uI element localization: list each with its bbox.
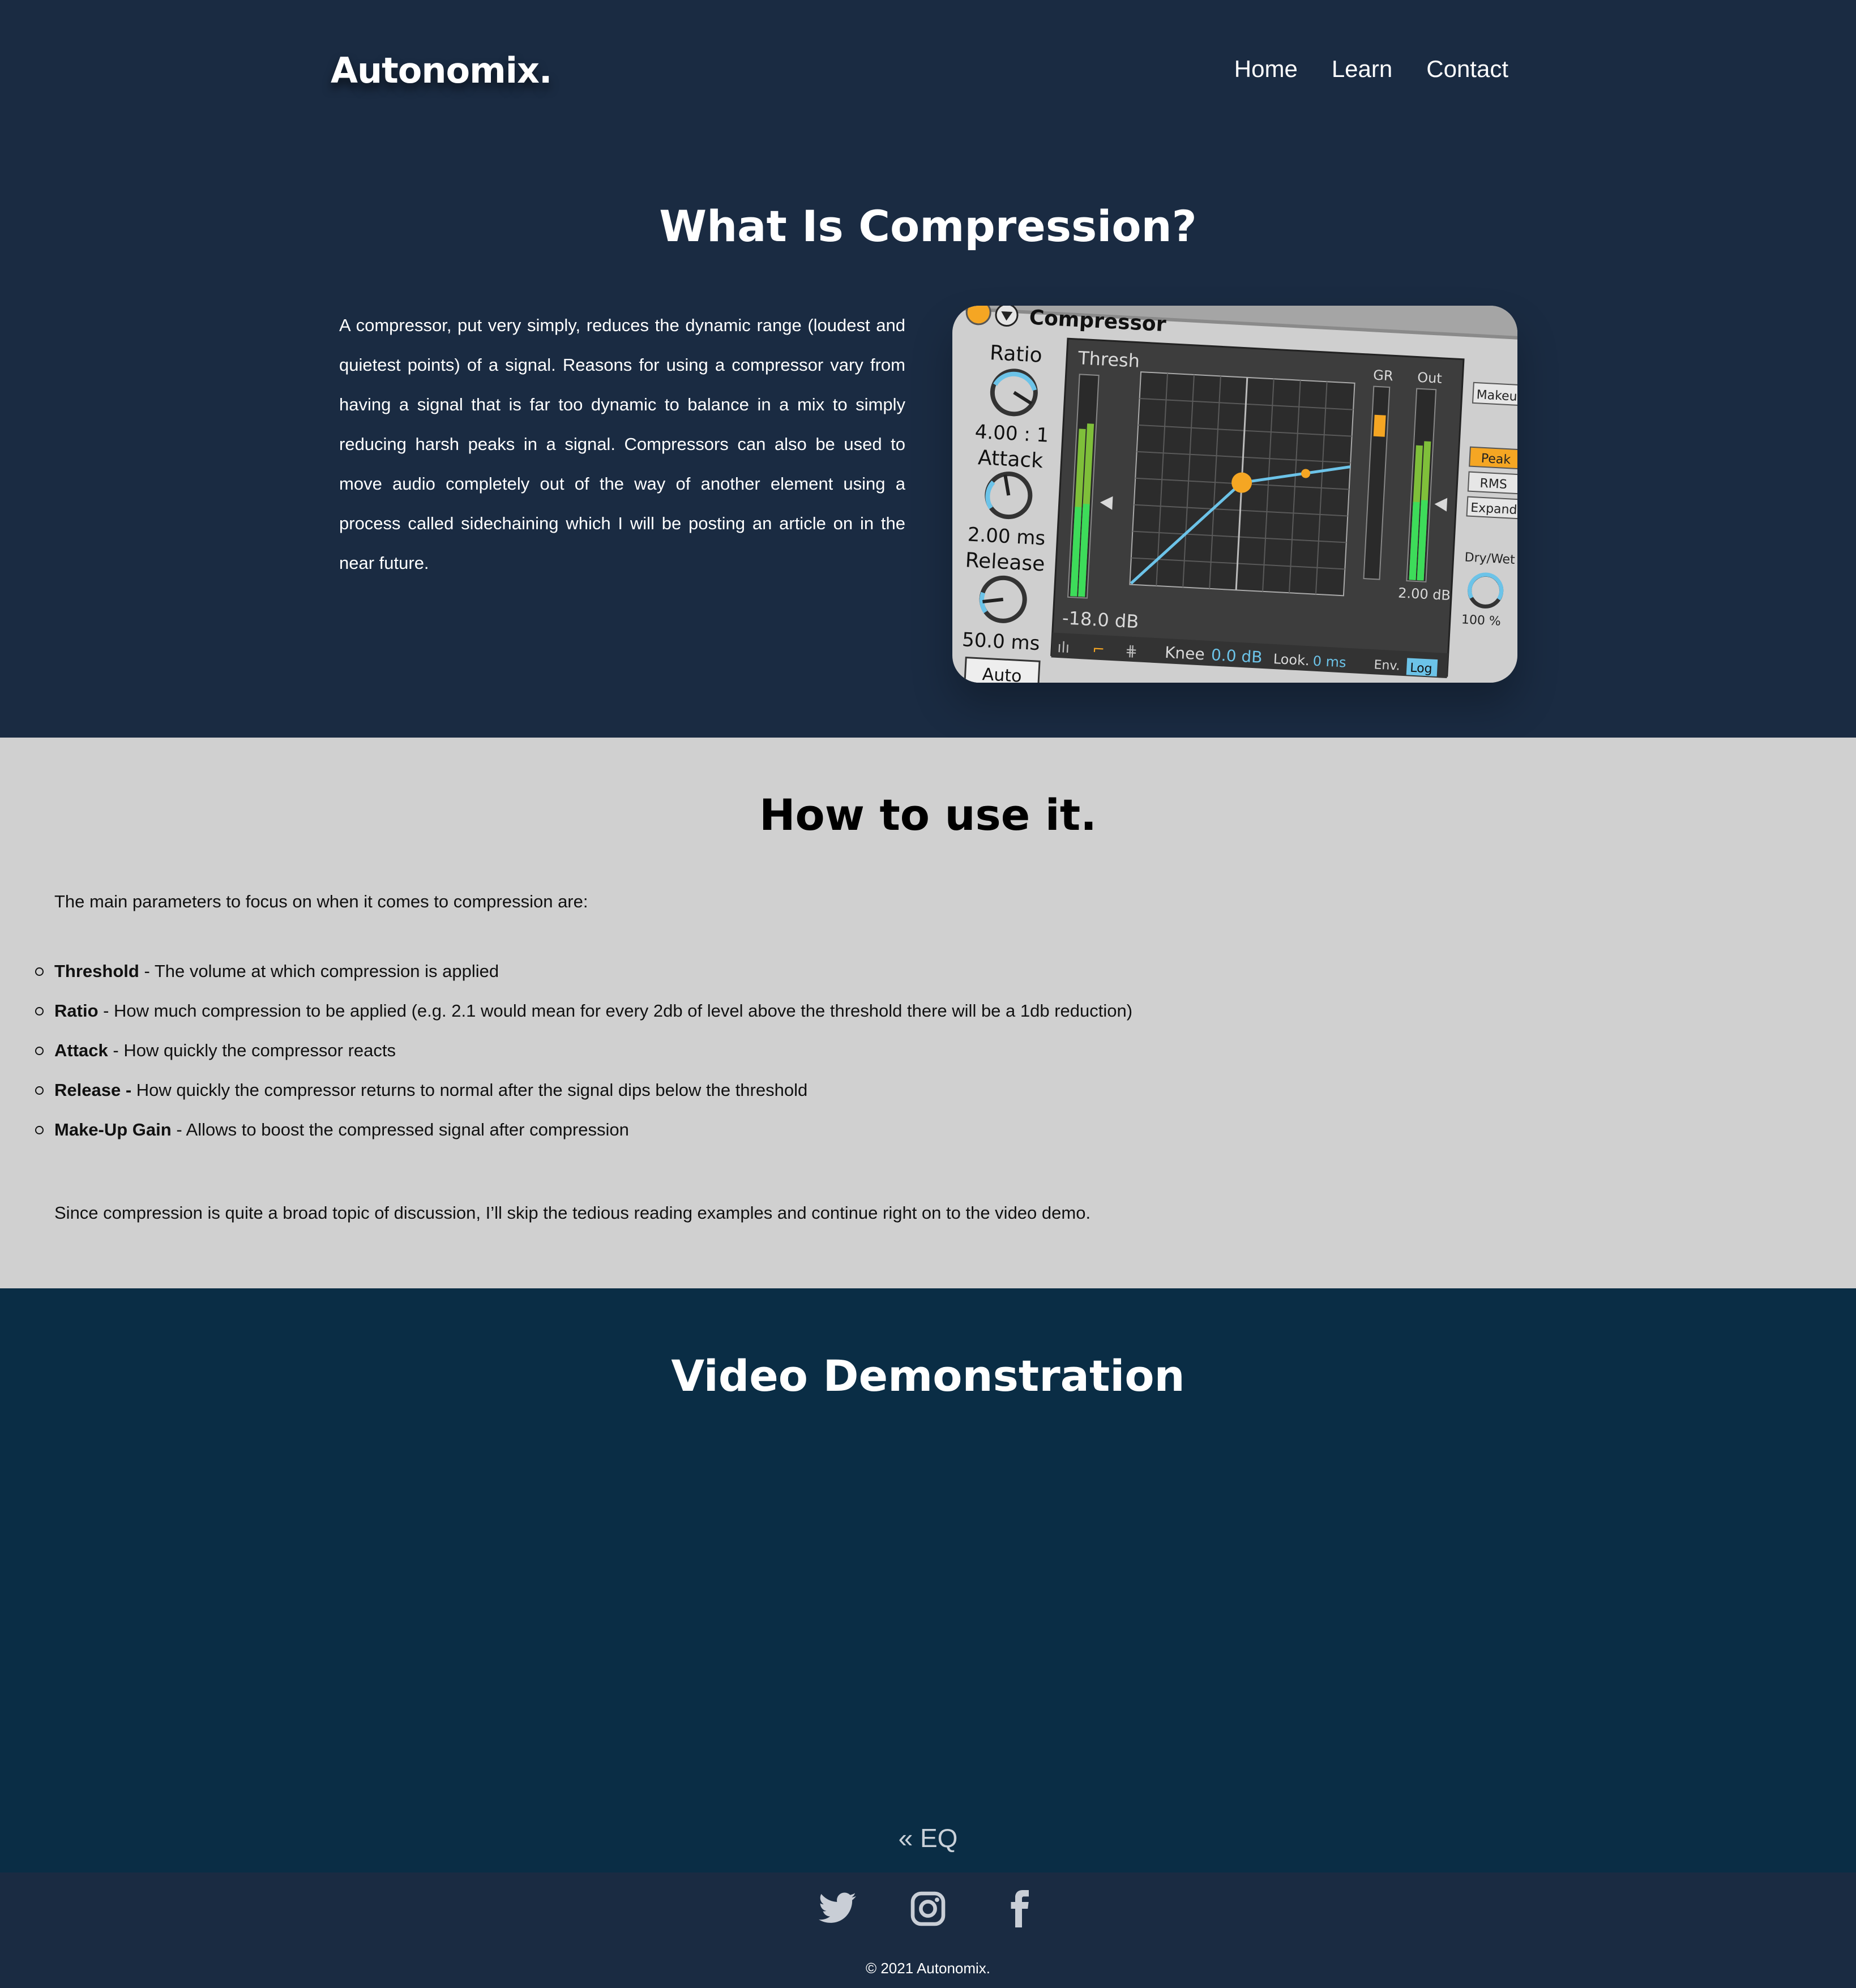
intro-paragraph: A compressor, put very simply, reduces t… — [339, 315, 905, 573]
svg-text:Log: Log — [1410, 661, 1433, 676]
how-title: How to use it. — [759, 790, 1097, 840]
twitter-icon[interactable] — [817, 1888, 858, 1929]
video-title: Video Demonstration — [671, 1351, 1185, 1401]
svg-text:Look.: Look. — [1273, 651, 1310, 669]
param-attack: Attack - How quickly the compressor reac… — [35, 1031, 1132, 1070]
how-intro: The main parameters to focus on when it … — [54, 892, 588, 911]
svg-text:Release: Release — [965, 549, 1046, 576]
param-ratio: Ratio - How much compression to be appli… — [35, 991, 1132, 1031]
param-makeup-gain: Make-Up Gain - Allows to boost the compr… — [35, 1110, 1132, 1150]
how-outro: Since compression is quite a broad topic… — [54, 1203, 1091, 1223]
svg-text:2.00 dB: 2.00 dB — [1398, 585, 1451, 603]
page-title: What Is Compression? — [659, 201, 1197, 251]
svg-text:-18.0 dB: -18.0 dB — [1062, 607, 1139, 632]
site-logo[interactable]: Autonomix. — [331, 50, 552, 91]
site-footer: © 2021 Autonomix. — [0, 1873, 1856, 1988]
svg-text:Peak: Peak — [1481, 452, 1511, 468]
page: Autonomix. Home Learn Contact What Is Co… — [0, 0, 1856, 1988]
svg-text:Auto: Auto — [982, 665, 1022, 683]
nav-contact-link[interactable]: Contact — [1426, 55, 1508, 83]
main-nav: Home Learn Contact — [1234, 55, 1508, 83]
parameter-list: Threshold - The volume at which compress… — [35, 952, 1132, 1150]
svg-text:GR: GR — [1373, 367, 1394, 384]
svg-text:Knee: Knee — [1164, 643, 1205, 664]
social-links — [0, 1888, 1856, 1929]
param-release: Release - How quickly the compressor ret… — [35, 1070, 1132, 1110]
svg-text:⋕: ⋕ — [1124, 642, 1137, 660]
svg-text:4.00 : 1: 4.00 : 1 — [974, 421, 1049, 447]
svg-text:0 ms: 0 ms — [1312, 653, 1346, 671]
svg-text:Env.: Env. — [1374, 658, 1400, 673]
param-threshold: Threshold - The volume at which compress… — [35, 952, 1132, 991]
svg-text:⌐: ⌐ — [1092, 641, 1105, 658]
nav-home-link[interactable]: Home — [1234, 55, 1298, 83]
svg-text:50.0 ms: 50.0 ms — [961, 628, 1040, 655]
svg-text:100 %: 100 % — [1461, 612, 1501, 629]
compressor-plugin-image: Compressor Ratio 4.00 : 1 Attack 2.00 ms… — [952, 306, 1517, 683]
svg-text:ılı: ılı — [1057, 639, 1070, 657]
svg-text:Ratio: Ratio — [989, 341, 1042, 367]
svg-text:Dry/Wet: Dry/Wet — [1464, 550, 1516, 567]
svg-text:2.00 ms: 2.00 ms — [967, 523, 1046, 550]
nav-learn-link[interactable]: Learn — [1332, 55, 1392, 83]
svg-text:0.0 dB: 0.0 dB — [1211, 645, 1263, 667]
svg-text:RMS: RMS — [1479, 477, 1507, 492]
hero-section: Autonomix. Home Learn Contact What Is Co… — [0, 0, 1856, 738]
instagram-icon[interactable] — [908, 1888, 948, 1929]
facebook-icon[interactable] — [998, 1888, 1039, 1929]
svg-text:Out: Out — [1417, 370, 1443, 387]
prev-article-link[interactable]: « EQ — [0, 1823, 1856, 1853]
svg-text:Attack: Attack — [977, 446, 1044, 473]
svg-text:Thresh: Thresh — [1077, 347, 1140, 372]
video-section: Video Demonstration « EQ — [0, 1288, 1856, 1873]
how-to-section: How to use it. The main parameters to fo… — [0, 738, 1856, 1288]
svg-text:Expand: Expand — [1470, 501, 1517, 517]
svg-text:Makeup: Makeup — [1476, 388, 1517, 404]
copyright-text: © 2021 Autonomix. — [865, 1960, 991, 1977]
